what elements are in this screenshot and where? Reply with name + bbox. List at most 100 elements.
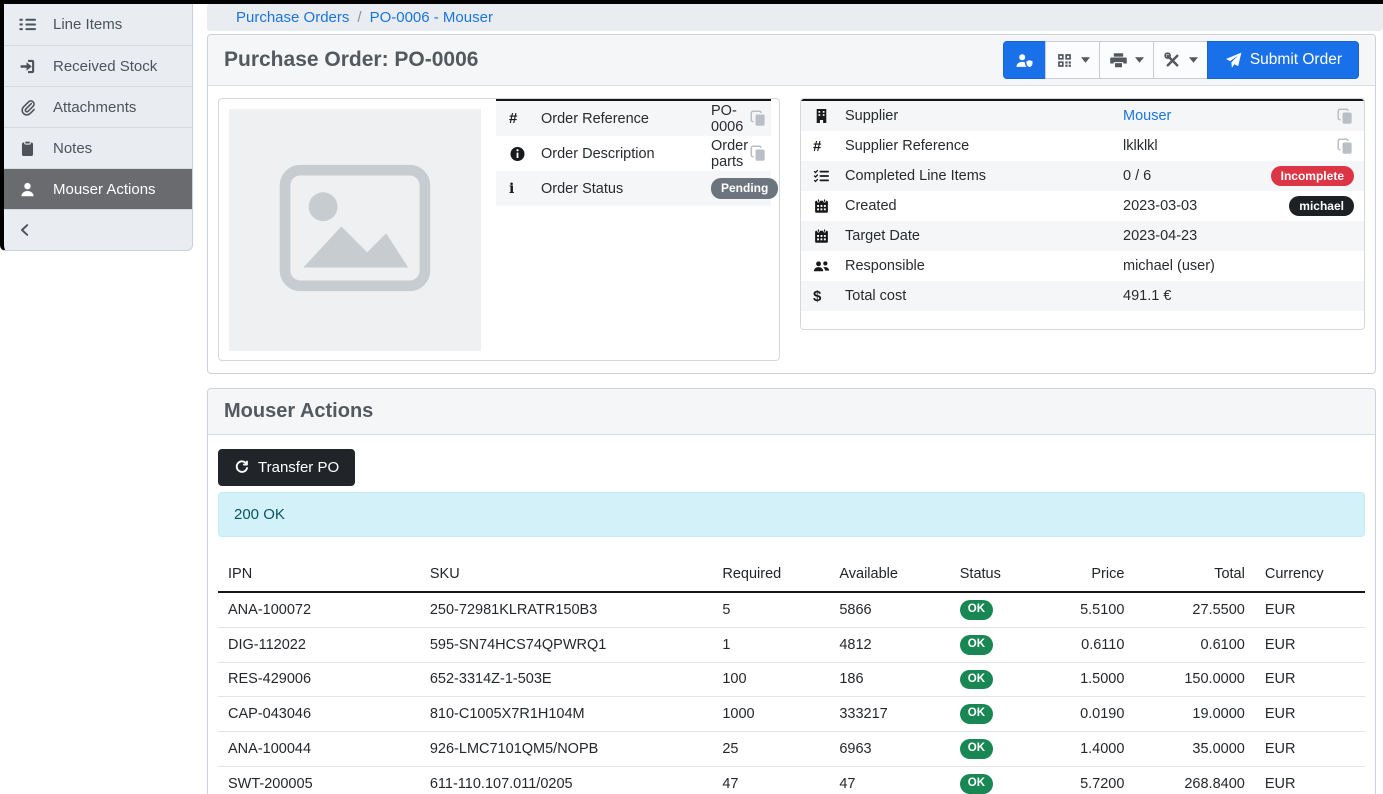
mouser-actions-header: Mouser Actions	[208, 389, 1375, 435]
sidebar-item-attachments[interactable]: Attachments	[4, 86, 192, 127]
sidebar-item-mouser-actions[interactable]: Mouser Actions	[4, 168, 192, 209]
tools-icon	[1163, 52, 1182, 69]
cell-ipn: ANA-100044	[218, 732, 420, 767]
printer-icon	[1109, 52, 1128, 69]
cell-total: 150.0000	[1134, 662, 1254, 697]
sign-in-icon	[18, 58, 37, 75]
copy-icon[interactable]	[750, 110, 767, 127]
purchase-order-panel: Purchase Order: PO-0006	[207, 34, 1376, 374]
breadcrumb-link-po-0006[interactable]: PO-0006 - Mouser	[370, 9, 493, 26]
cell-price: 0.6110	[1035, 627, 1135, 662]
michael-badge: michael	[1289, 196, 1354, 216]
cell-price: 0.0190	[1035, 697, 1135, 732]
column-header-status: Status	[950, 557, 1035, 592]
ok-status-badge: OK	[960, 635, 993, 655]
cell-ipn: DIG-112022	[218, 627, 420, 662]
column-header-sku: SKU	[420, 557, 713, 592]
breadcrumb-link-purchase-orders[interactable]: Purchase Orders	[236, 9, 349, 26]
supplier-summary-box: SupplierMouser#Supplier Referencelklklkl…	[800, 98, 1365, 330]
ok-status-badge: OK	[960, 704, 993, 724]
cell-currency: EUR	[1255, 662, 1365, 697]
detail-value: Order parts	[711, 138, 750, 170]
detail-label: Order Status	[541, 181, 711, 197]
detail-row-empty	[801, 311, 1364, 329]
column-header-currency: Currency	[1255, 557, 1365, 592]
order-details-table: #Order ReferencePO-0006Order Description…	[496, 99, 771, 206]
hashtag-icon: #	[509, 110, 541, 127]
sidebar-item-notes[interactable]: Notes	[4, 127, 192, 168]
cell-price: 1.5000	[1035, 662, 1135, 697]
list-check-icon	[813, 168, 845, 184]
column-header-required: Required	[712, 557, 829, 592]
main-content: Purchase Orders / PO-0006 - Mouser Purch…	[207, 4, 1376, 794]
detail-row-target-date: Target Date2023-04-23	[801, 221, 1364, 251]
order-actions-dropdown-button[interactable]	[1153, 41, 1208, 79]
cell-sku: 611-110.107.011/0205	[420, 766, 713, 794]
breadcrumb: Purchase Orders / PO-0006 - Mouser	[207, 4, 1383, 31]
cell-status: OK	[950, 627, 1035, 662]
calendar-icon	[813, 228, 845, 244]
detail-value: 2023-04-23	[1123, 228, 1354, 244]
detail-row-responsible: Responsiblemichael (user)	[801, 251, 1364, 281]
detail-value: 0 / 6	[1123, 168, 1271, 184]
detail-trailing: Incomplete	[1271, 166, 1354, 186]
ok-status-badge: OK	[960, 739, 993, 759]
cell-available: 186	[829, 662, 949, 697]
order-summary-box: #Order ReferencePO-0006Order Description…	[218, 98, 780, 361]
copy-icon[interactable]	[1337, 138, 1354, 155]
cell-status: OK	[950, 732, 1035, 767]
cell-status: OK	[950, 592, 1035, 627]
detail-row-order-description: Order DescriptionOrder parts	[496, 136, 771, 171]
chevron-left-icon	[18, 223, 32, 237]
rotate-icon	[234, 460, 249, 475]
breadcrumb-separator: /	[357, 9, 361, 26]
sidebar-collapse-button[interactable]	[4, 209, 192, 250]
table-row-res-429006: RES-429006652-3314Z-1-503E100186OK1.5000…	[218, 662, 1365, 697]
cell-price: 5.5100	[1035, 592, 1135, 627]
detail-value[interactable]: Mouser	[1123, 108, 1337, 124]
admin-button[interactable]	[1003, 41, 1046, 79]
hashtag-icon: #	[813, 138, 845, 155]
dollar-icon: $	[813, 288, 845, 305]
column-header-total: Total	[1134, 557, 1254, 592]
detail-label: Supplier Reference	[845, 138, 1123, 154]
cell-total: 27.5500	[1134, 592, 1254, 627]
detail-label: Order Reference	[541, 111, 711, 127]
table-row-dig-112022: DIG-112022595-SN74HCS74QPWRQ114812OK0.61…	[218, 627, 1365, 662]
transfer-po-label: Transfer PO	[258, 459, 339, 476]
column-header-ipn: IPN	[218, 557, 420, 592]
barcode-dropdown-button[interactable]	[1045, 41, 1100, 79]
caret-down-icon	[1189, 57, 1198, 63]
table-row-ana-100072: ANA-100072250-72981KLRATR150B355866OK5.5…	[218, 592, 1365, 627]
submit-order-button[interactable]: Submit Order	[1207, 41, 1359, 79]
cell-required: 1000	[712, 697, 829, 732]
ok-status-badge: OK	[960, 774, 993, 794]
transfer-po-button[interactable]: Transfer PO	[218, 449, 355, 486]
detail-trailing	[1337, 138, 1354, 155]
incomplete-badge: Incomplete	[1271, 166, 1354, 186]
cell-required: 1	[712, 627, 829, 662]
copy-icon[interactable]	[750, 145, 767, 162]
detail-label: Supplier	[845, 108, 1123, 124]
cell-required: 47	[712, 766, 829, 794]
sidebar-item-line-items[interactable]: Line Items	[4, 4, 192, 45]
cell-ipn: SWT-200005	[218, 766, 420, 794]
sidebar-item-received-stock[interactable]: Received Stock	[4, 45, 192, 86]
copy-icon[interactable]	[1337, 108, 1354, 125]
pending-badge: Pending	[711, 178, 778, 198]
detail-row-total-cost: $Total cost491.1 €	[801, 281, 1364, 311]
caret-down-icon	[1081, 57, 1090, 63]
cell-sku: 810-C1005X7R1H104M	[420, 697, 713, 732]
ok-status-badge: OK	[960, 600, 993, 620]
print-dropdown-button[interactable]	[1099, 41, 1154, 79]
sidebar: Line ItemsReceived StockAttachmentsNotes…	[0, 4, 193, 251]
image-icon	[279, 164, 431, 297]
detail-trailing	[750, 110, 767, 127]
detail-row-created: Created2023-03-03michael	[801, 191, 1364, 221]
toolbar: Submit Order	[1003, 41, 1359, 79]
detail-label: Order Description	[541, 146, 711, 162]
cell-ipn: CAP-043046	[218, 697, 420, 732]
detail-value: Pending	[711, 178, 778, 198]
table-row-cap-043046: CAP-043046810-C1005X7R1H104M1000333217OK…	[218, 697, 1365, 732]
cell-price: 5.7200	[1035, 766, 1135, 794]
